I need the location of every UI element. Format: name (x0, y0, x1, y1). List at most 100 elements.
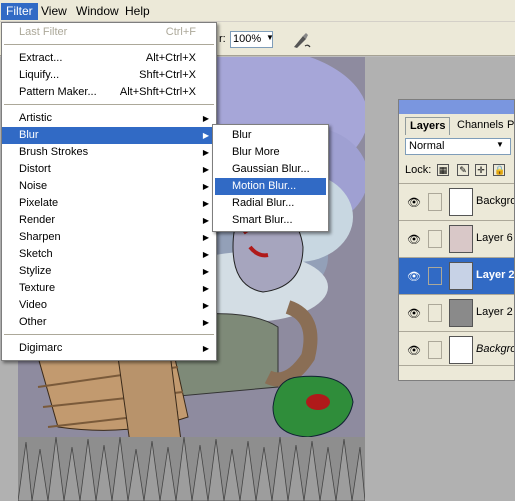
menu-item-texture[interactable]: Texture ▶ (2, 280, 216, 297)
layers-panel-footer (399, 365, 514, 380)
submenu-item-gaussian-blur[interactable]: Gaussian Blur... (215, 161, 326, 178)
menu-item-pixelate[interactable]: Pixelate ▶ (2, 195, 216, 212)
menu-item-label: Liquify... (19, 69, 60, 81)
submenu-arrow-icon: ▶ (202, 148, 209, 157)
submenu-arrow-icon: ▶ (202, 267, 209, 276)
layer-row[interactable]: 👁 Layer 2 (399, 294, 514, 331)
layer-link-box[interactable] (428, 230, 442, 248)
menu-separator (4, 104, 214, 105)
submenu-arrow-icon: ▶ (202, 182, 209, 191)
layer-link-box[interactable] (428, 304, 442, 322)
lock-transparency-icon[interactable]: ▦ (437, 164, 449, 176)
submenu-arrow-icon: ▶ (202, 199, 209, 208)
tab-paths[interactable]: Pa (503, 117, 514, 135)
menu-help[interactable]: Help (120, 3, 155, 20)
eye-icon[interactable]: 👁 (407, 270, 421, 283)
airbrush-icon[interactable] (291, 30, 311, 50)
menu-filter[interactable]: Filter (1, 3, 38, 20)
menu-item-extract[interactable]: Extract... Alt+Ctrl+X (2, 50, 216, 67)
tab-layers[interactable]: Layers (405, 117, 451, 135)
eye-icon[interactable]: 👁 (407, 196, 421, 209)
menu-item-other[interactable]: Other ▶ (2, 314, 216, 331)
submenu-arrow-icon: ▶ (202, 131, 209, 140)
layer-name: Backgrou (476, 195, 514, 207)
layer-thumbnail (449, 188, 473, 216)
menu-item-shortcut: Ctrl+F (165, 26, 196, 38)
menu-item-noise[interactable]: Noise ▶ (2, 178, 216, 195)
submenu-arrow-icon: ▶ (202, 250, 209, 259)
menu-item-last-filter: Last Filter Ctrl+F (2, 24, 216, 41)
blur-submenu: Blur Blur More Gaussian Blur... Motion B… (212, 124, 329, 232)
menu-item-label: Last Filter (19, 26, 68, 38)
layer-thumbnail (449, 225, 473, 253)
layer-link-box[interactable] (428, 341, 442, 359)
submenu-arrow-icon: ▶ (202, 284, 209, 293)
layer-link-box[interactable] (428, 193, 442, 211)
menu-item-label: Pattern Maker... (19, 86, 97, 98)
layer-thumbnail (449, 299, 473, 327)
panel-title-bar[interactable] (399, 100, 514, 114)
submenu-arrow-icon: ▶ (202, 165, 209, 174)
menu-item-shortcut: Alt+Ctrl+X (145, 52, 196, 64)
menu-bar: Filter View Window Help (0, 0, 515, 22)
submenu-item-blur[interactable]: Blur (215, 127, 326, 144)
menu-item-label: Sharpen (19, 231, 61, 243)
menu-view[interactable]: View (36, 3, 72, 20)
menu-item-label: Distort (19, 163, 51, 175)
submenu-arrow-icon: ▶ (202, 318, 209, 327)
layer-row-selected[interactable]: 👁 Layer 2 (399, 257, 514, 294)
menu-item-liquify[interactable]: Liquify... Shft+Ctrl+X (2, 67, 216, 84)
layer-row[interactable]: 👁 Layer 6 (399, 220, 514, 257)
menu-item-label: Noise (19, 180, 48, 192)
lock-all-icon[interactable]: 🔒 (493, 164, 505, 176)
zoom-dropdown-arrow-icon[interactable]: ▼ (266, 33, 274, 42)
menu-item-stylize[interactable]: Stylize ▶ (2, 263, 216, 280)
submenu-arrow-icon: ▶ (202, 233, 209, 242)
menu-item-label: Extract... (19, 52, 63, 64)
layer-name: Backgrou (476, 343, 514, 355)
menu-item-pattern-maker[interactable]: Pattern Maker... Alt+Shft+Ctrl+X (2, 84, 216, 101)
menu-item-sketch[interactable]: Sketch ▶ (2, 246, 216, 263)
menu-item-render[interactable]: Render ▶ (2, 212, 216, 229)
menu-item-blur[interactable]: Blur ▶ (2, 127, 216, 144)
eye-icon[interactable]: 👁 (407, 307, 421, 320)
submenu-item-smart-blur[interactable]: Smart Blur... (215, 212, 326, 229)
submenu-item-blur-more[interactable]: Blur More (215, 144, 326, 161)
submenu-arrow-icon: ▶ (202, 114, 209, 123)
filter-menu: Last Filter Ctrl+F Extract... Alt+Ctrl+X… (1, 22, 217, 361)
blend-mode-arrow-icon[interactable]: ▼ (496, 140, 504, 149)
menu-item-label: Digimarc (19, 342, 63, 354)
menu-item-artistic[interactable]: Artistic ▶ (2, 110, 216, 127)
lock-position-icon[interactable]: ✛ (475, 164, 487, 176)
menu-item-label: Brush Strokes (19, 146, 89, 158)
layer-row[interactable]: 👁 Backgrou (399, 183, 514, 220)
menu-item-label: Blur (19, 129, 39, 141)
layer-name: Layer 6 (476, 232, 513, 244)
menu-item-brush-strokes[interactable]: Brush Strokes ▶ (2, 144, 216, 161)
layer-name: Layer 2 (476, 306, 513, 318)
eye-icon[interactable]: 👁 (407, 233, 421, 246)
menu-item-distort[interactable]: Distort ▶ (2, 161, 216, 178)
layer-row[interactable]: 👁 Backgrou (399, 331, 514, 368)
submenu-arrow-icon: ▶ (202, 216, 209, 225)
submenu-item-motion-blur[interactable]: Motion Blur... (215, 178, 326, 195)
submenu-arrow-icon: ▶ (202, 344, 209, 353)
layer-thumbnail (449, 262, 473, 290)
menu-separator (4, 334, 214, 335)
lock-label: Lock: (405, 164, 432, 176)
submenu-item-radial-blur[interactable]: Radial Blur... (215, 195, 326, 212)
zoom-label: r: (219, 33, 226, 45)
menu-item-label: Stylize (19, 265, 52, 277)
menu-item-video[interactable]: Video ▶ (2, 297, 216, 314)
menu-item-label: Video (19, 299, 47, 311)
menu-item-label: Pixelate (19, 197, 59, 209)
tab-channels[interactable]: Channels (453, 117, 507, 135)
lock-image-icon[interactable]: ✎ (457, 164, 469, 176)
eye-icon[interactable]: 👁 (407, 344, 421, 357)
menu-separator (4, 44, 214, 45)
brush-icon[interactable] (428, 267, 442, 285)
menu-item-sharpen[interactable]: Sharpen ▶ (2, 229, 216, 246)
menu-window[interactable]: Window (71, 3, 124, 20)
menu-item-digimarc[interactable]: Digimarc ▶ (2, 340, 216, 357)
submenu-arrow-icon: ▶ (202, 301, 209, 310)
